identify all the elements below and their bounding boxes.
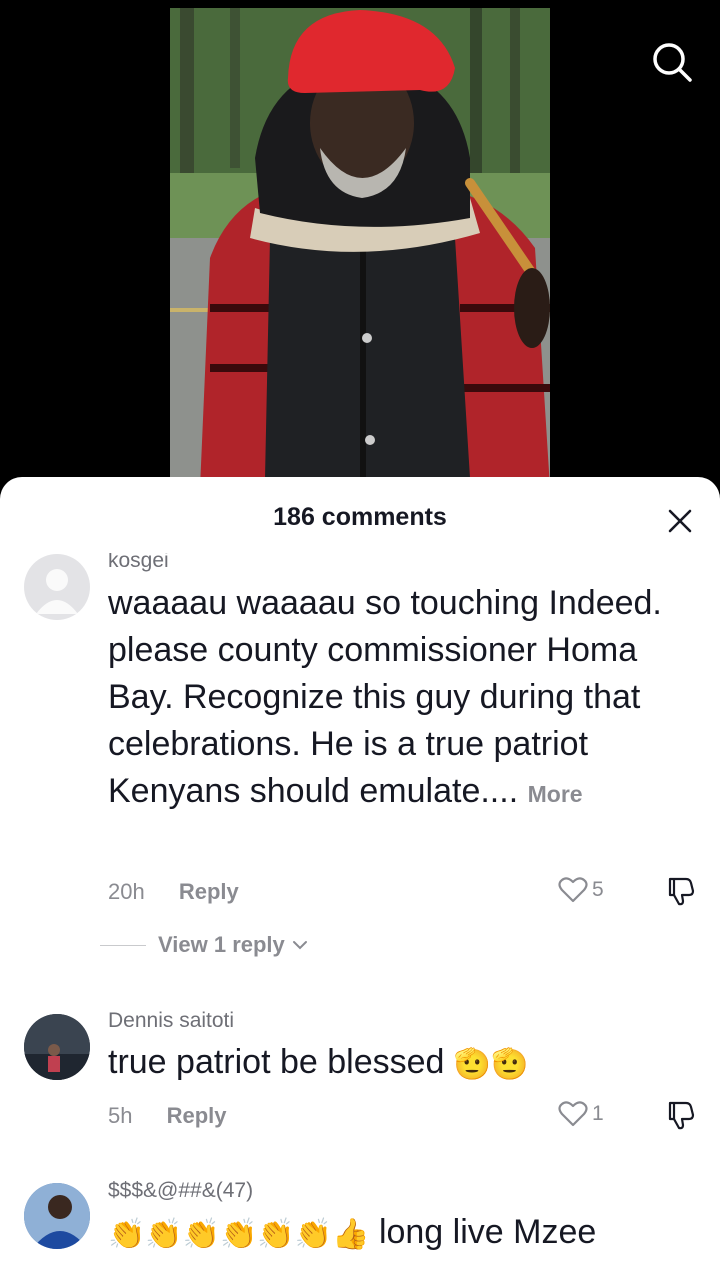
- comment-username[interactable]: $$$&@##&(47): [108, 1179, 253, 1203]
- search-icon: [653, 43, 692, 82]
- video-thumbnail-image: [170, 8, 550, 488]
- search-button[interactable]: [648, 38, 696, 86]
- clap-emoji: 👏👏👏👏👏👏👍: [108, 1217, 370, 1251]
- comment-body: long live Mzee: [378, 1213, 597, 1251]
- comment-text: 👏👏👏👏👏👏👍 long live Mzee: [108, 1209, 698, 1258]
- video-frame: [170, 8, 550, 488]
- comments-sheet: 186 comments kosgei waaaau waaaau so tou…: [0, 477, 720, 1262]
- comment-item: $$$&@##&(47) 👏👏👏👏👏👏👍 long live Mzee: [0, 477, 720, 1262]
- avatar[interactable]: [24, 1183, 90, 1249]
- user-avatar-image: [24, 1183, 90, 1249]
- video-player[interactable]: [0, 0, 720, 500]
